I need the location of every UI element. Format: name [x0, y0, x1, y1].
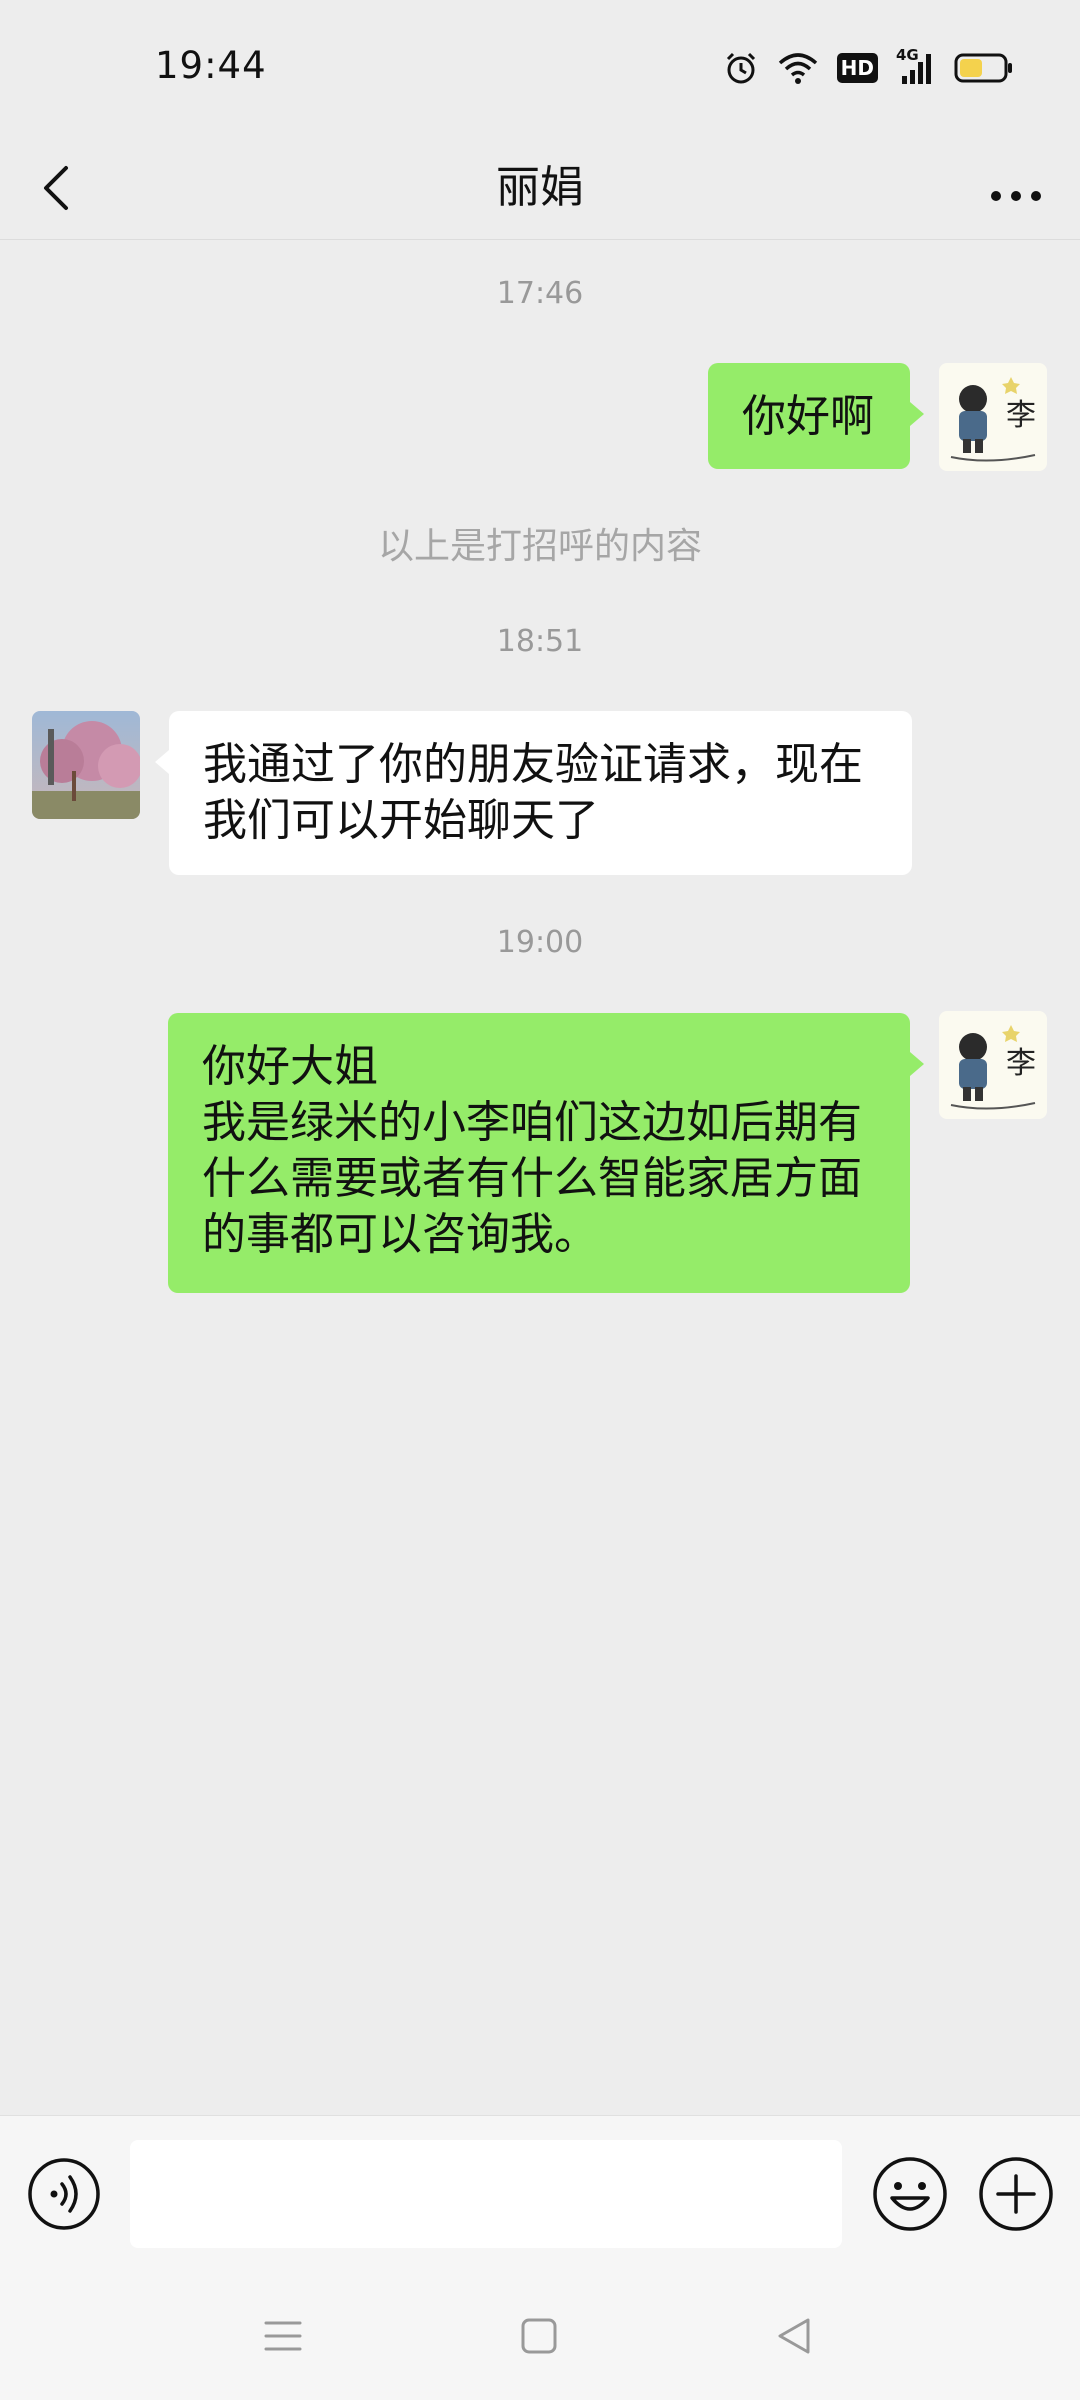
status-bar: 19:44 HD 4G [0, 0, 1080, 136]
plus-circle-icon [979, 2157, 1053, 2231]
input-bar [0, 2115, 1080, 2271]
bubble-tail [910, 1052, 924, 1076]
more-functions-button[interactable] [976, 2154, 1056, 2234]
message-text: 的事都可以咨询我。 [202, 1209, 598, 1260]
message-bubble-outgoing[interactable]: 你好啊 [708, 363, 910, 469]
message-timestamp: 18:51 [496, 624, 584, 659]
chat-title: 丽娟 [496, 162, 584, 213]
my-avatar[interactable]: 李 [939, 1011, 1047, 1119]
system-note: 以上是打招呼的内容 [377, 526, 702, 567]
battery-icon [954, 53, 1012, 83]
chat-header: 丽娟 [0, 136, 1080, 240]
bubble-tail [155, 750, 169, 774]
status-time: 19:44 [155, 44, 267, 87]
message-input[interactable] [130, 2140, 842, 2248]
message-text: 你好大姐 [202, 1041, 378, 1092]
message-bubble-incoming[interactable]: 我通过了你的朋友验证请求，现在 我们可以开始聊天了 [169, 711, 912, 875]
more-dots-icon [991, 191, 1041, 201]
message-text: 我通过了你的朋友验证请求，现在 [203, 739, 863, 790]
message-text: 你好啊 [742, 391, 874, 442]
svg-text:李: 李 [1006, 398, 1036, 433]
message-text: 我是绿米的小李咱们这边如后期有 [202, 1097, 862, 1148]
emoji-smile-icon [873, 2157, 947, 2231]
contact-avatar[interactable] [32, 711, 140, 819]
status-icons: HD 4G [723, 46, 1014, 88]
message-text: 我们可以开始聊天了 [203, 795, 599, 846]
hd-icon: HD [836, 53, 878, 83]
nav-back-button[interactable] [770, 2311, 820, 2361]
chat-area[interactable]: 17:46 你好啊 李 以上是打招呼的内容 18:51 我通过了你的朋友验证请求… [0, 241, 1080, 2115]
nav-menu-button[interactable] [258, 2311, 308, 2361]
message-timestamp: 17:46 [496, 276, 584, 311]
voice-button[interactable] [26, 2156, 102, 2232]
alarm-icon [726, 52, 755, 84]
my-avatar[interactable]: 李 [939, 363, 1047, 471]
more-button[interactable] [976, 156, 1056, 220]
menu-icon [264, 2321, 302, 2351]
svg-text:李: 李 [1006, 1046, 1036, 1081]
emoji-button[interactable] [870, 2154, 950, 2234]
message-timestamp: 19:00 [496, 925, 584, 960]
wifi-icon [778, 53, 817, 84]
message-text: 什么需要或者有什么智能家居方面 [202, 1153, 862, 1204]
back-triangle-icon [778, 2318, 810, 2354]
nav-home-button[interactable] [514, 2311, 564, 2361]
bubble-tail [910, 402, 924, 426]
message-bubble-outgoing[interactable]: 你好大姐 我是绿米的小李咱们这边如后期有 什么需要或者有什么智能家居方面 的事都… [168, 1013, 910, 1293]
voice-icon [28, 2158, 100, 2230]
signal-4g-icon: 4G [896, 46, 936, 86]
home-square-icon [521, 2318, 557, 2354]
system-navigation-bar [0, 2271, 1080, 2400]
